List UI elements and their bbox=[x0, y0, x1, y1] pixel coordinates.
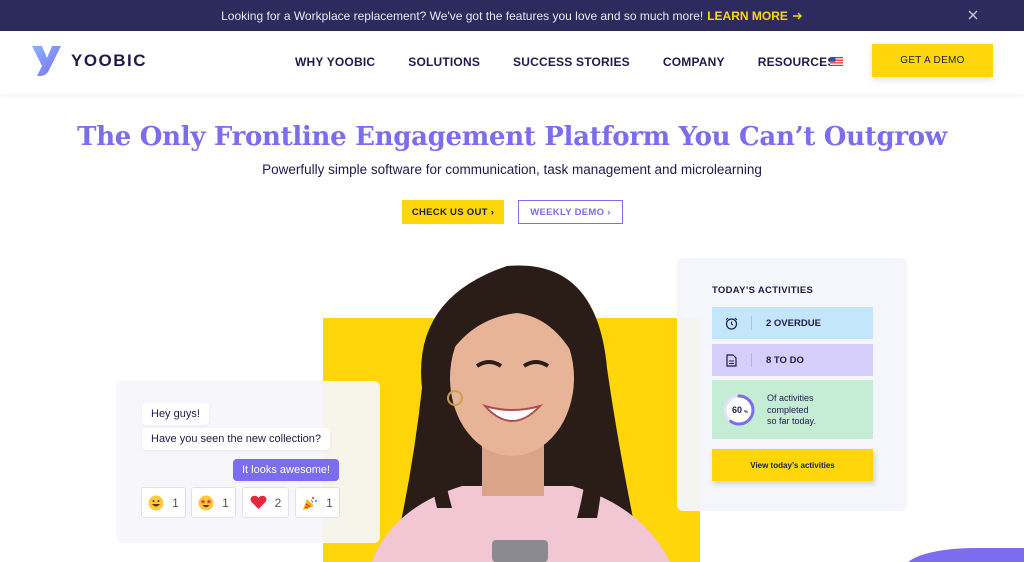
reaction-star-struck[interactable]: 1 bbox=[191, 487, 236, 518]
get-a-demo-button[interactable]: GET A DEMO bbox=[872, 44, 993, 77]
document-icon bbox=[726, 353, 737, 367]
view-todays-activities-button[interactable]: View today’s activities bbox=[712, 449, 873, 481]
reaction-party[interactable]: 1 bbox=[295, 487, 340, 518]
chat-message: Hey guys! bbox=[142, 403, 209, 425]
progress-percent: 60 bbox=[732, 405, 742, 415]
party-popper-icon bbox=[303, 496, 318, 510]
nav-resources[interactable]: RESOURCES bbox=[758, 55, 836, 69]
decorative-corner-shape bbox=[905, 548, 1024, 562]
announcement-text: Looking for a Workplace replacement? We'… bbox=[221, 8, 704, 23]
yoobic-logo-icon bbox=[32, 46, 61, 76]
nav-company[interactable]: COMPANY bbox=[663, 55, 725, 69]
todo-row[interactable]: 8 TO DO bbox=[712, 344, 873, 376]
announcement-bar: Looking for a Workplace replacement? We'… bbox=[0, 0, 1024, 31]
grinning-face-icon bbox=[148, 495, 164, 510]
reaction-heart[interactable]: 2 bbox=[242, 487, 289, 518]
reaction-count: 2 bbox=[274, 495, 282, 510]
progress-text: Of activities completed so far today. bbox=[767, 393, 867, 428]
check-us-out-button[interactable]: CHECK US OUT › bbox=[402, 200, 504, 224]
logo-text: YOOBIC bbox=[71, 51, 148, 70]
todo-label: 8 TO DO bbox=[766, 354, 804, 366]
reaction-count: 1 bbox=[326, 495, 333, 510]
weekly-demo-button[interactable]: WEEKLY DEMO › bbox=[518, 200, 623, 224]
hero-title: The Only Frontline Engagement Platform Y… bbox=[77, 122, 947, 152]
nav-why-yoobic[interactable]: WHY YOOBIC bbox=[295, 55, 375, 69]
close-icon[interactable] bbox=[966, 8, 980, 22]
chat-message: Have you seen the new collection? bbox=[142, 428, 330, 450]
progress-line: so far today. bbox=[767, 416, 816, 426]
activities-title: TODAY’S ACTIVITIES bbox=[712, 285, 814, 296]
arrow-right-icon bbox=[792, 12, 802, 19]
us-flag-icon[interactable] bbox=[830, 57, 843, 66]
nav-solutions[interactable]: SOLUTIONS bbox=[408, 55, 480, 69]
overdue-row[interactable]: 2 OVERDUE bbox=[712, 307, 873, 339]
hero-woman-image bbox=[372, 265, 670, 562]
learn-more-label: LEARN MORE bbox=[707, 8, 788, 23]
main-nav: WHY YOOBIC SOLUTIONS SUCCESS STORIES COM… bbox=[295, 55, 869, 69]
chat-message-own: It looks awesome! bbox=[233, 459, 340, 481]
reaction-grinning[interactable]: 1 bbox=[141, 487, 186, 518]
progress-ring: 60 % bbox=[723, 394, 755, 426]
progress-unit: % bbox=[744, 409, 748, 414]
progress-line: Of activities bbox=[767, 393, 814, 403]
logo[interactable]: YOOBIC bbox=[30, 44, 147, 78]
site-header: YOOBIC WHY YOOBIC SOLUTIONS SUCCESS STOR… bbox=[0, 31, 1024, 94]
alarm-clock-icon bbox=[725, 317, 738, 330]
learn-more-link[interactable]: LEARN MORE bbox=[707, 9, 803, 23]
progress-line: completed bbox=[767, 404, 809, 415]
overdue-label: 2 OVERDUE bbox=[766, 317, 821, 329]
nav-success-stories[interactable]: SUCCESS STORIES bbox=[513, 55, 630, 69]
heart-icon bbox=[250, 495, 267, 509]
reaction-count: 1 bbox=[172, 495, 179, 510]
hero-subtitle: Powerfully simple software for communica… bbox=[262, 162, 762, 177]
star-struck-face-icon bbox=[198, 495, 214, 510]
reaction-count: 1 bbox=[222, 495, 229, 510]
